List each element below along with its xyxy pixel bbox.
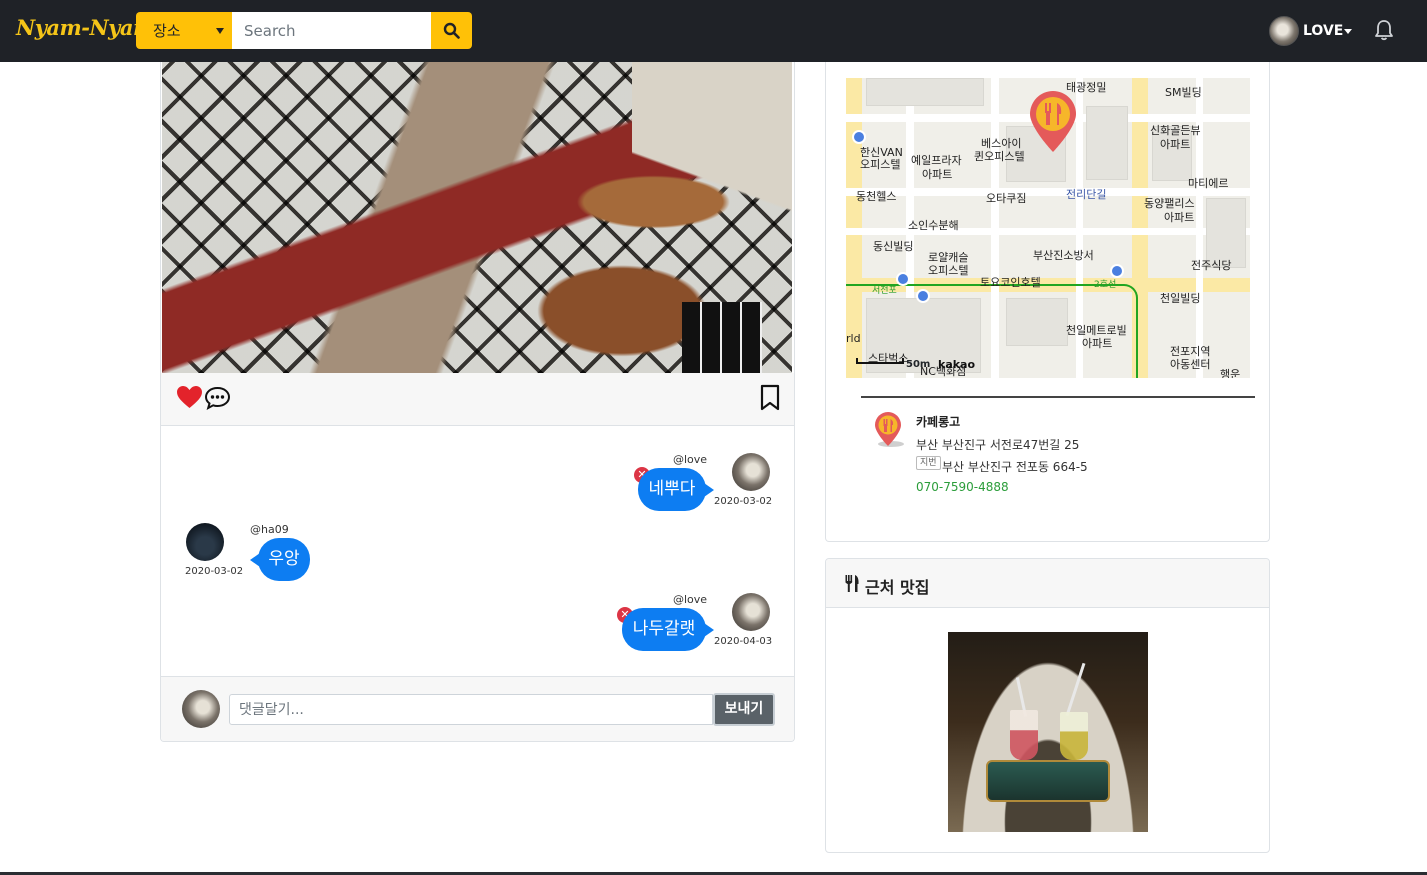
comment-bubble: 네뿌다 — [638, 468, 714, 511]
comment-form: 보내기 — [161, 676, 794, 741]
photo-tiles — [682, 302, 762, 373]
navbar: Nyam-Nyam 장소 LOVE — [0, 0, 1427, 62]
card-title: 근처 맛집 — [865, 578, 930, 597]
search-button[interactable] — [431, 12, 472, 49]
utensils-icon — [845, 575, 859, 592]
photo-lace — [632, 62, 792, 272]
avatar[interactable] — [732, 453, 770, 491]
search-input[interactable] — [232, 12, 431, 49]
comment-handle[interactable]: @love — [673, 593, 707, 606]
caret-down-icon — [216, 28, 224, 34]
comment-bubble: 나두갈랫 — [622, 608, 714, 651]
nearby-restaurants-card: 근처 맛집 — [825, 558, 1270, 853]
bus-stop-icon — [852, 130, 866, 144]
map-provider-logo[interactable]: kakao — [938, 358, 975, 371]
jibun-badge: 지번 — [916, 456, 941, 470]
comment-handle[interactable]: @ha09 — [250, 523, 289, 536]
comment-handle[interactable]: @love — [673, 453, 707, 466]
restaurant-pin-icon — [875, 412, 904, 447]
caret-down-icon[interactable] — [1344, 29, 1352, 34]
map-scale-bar — [856, 358, 904, 364]
heart-icon[interactable] — [176, 385, 203, 410]
restaurant-pin-icon[interactable] — [1026, 90, 1080, 154]
place-road-address: 부산 부산진구 서전로47번길 25 — [916, 438, 1080, 452]
post-card: @love ✕ 네뿌다 2020-03-02 @ha09 2020-03-02 … — [160, 62, 795, 742]
comment-input[interactable] — [229, 694, 713, 725]
divider — [861, 396, 1255, 398]
bell-icon[interactable] — [1374, 19, 1394, 41]
comment-bubble: 우앙 — [250, 538, 310, 581]
bus-stop-icon — [896, 272, 910, 286]
user-menu-label[interactable]: LOVE — [1303, 23, 1343, 39]
place-phone[interactable]: 070-7590-4888 — [916, 480, 1009, 494]
bus-stop-icon — [1110, 264, 1124, 278]
category-select-value: 장소 — [153, 22, 181, 40]
comment-icon[interactable] — [204, 386, 231, 410]
comment-date: 2020-04-03 — [714, 636, 773, 647]
post-action-bar — [161, 373, 794, 426]
place-jibun-address: 부산 부산진구 전포동 664-5 — [942, 460, 1088, 474]
comments-list: @love ✕ 네뿌다 2020-03-02 @ha09 2020-03-02 … — [161, 426, 794, 676]
map[interactable]: 태광정밀 SM빌딩 신화골든뷰 아파트 한신VAN 오피스텔 예일프라자 아파트… — [846, 78, 1250, 378]
avatar[interactable] — [732, 593, 770, 631]
comment-date: 2020-03-02 — [185, 566, 244, 577]
comment-date: 2020-03-02 — [714, 496, 773, 507]
map-scale-label: 50m — [906, 359, 931, 370]
card-header: 근처 맛집 — [826, 559, 1269, 608]
location-card: 태광정밀 SM빌딩 신화골든뷰 아파트 한신VAN 오피스텔 예일프라자 아파트… — [825, 62, 1270, 542]
avatar[interactable] — [186, 523, 224, 561]
bookmark-icon[interactable] — [760, 384, 780, 411]
post-photo — [162, 62, 792, 373]
bus-stop-icon — [916, 289, 930, 303]
search-icon — [443, 22, 460, 39]
avatar — [182, 690, 220, 728]
brand-logo[interactable]: Nyam-Nyam — [16, 15, 155, 40]
avatar[interactable] — [1269, 16, 1299, 46]
nearby-restaurant-photo[interactable] — [948, 632, 1148, 832]
send-button[interactable]: 보내기 — [713, 693, 775, 726]
place-name[interactable]: 카페롱고 — [916, 413, 960, 430]
category-select[interactable]: 장소 — [136, 12, 232, 49]
